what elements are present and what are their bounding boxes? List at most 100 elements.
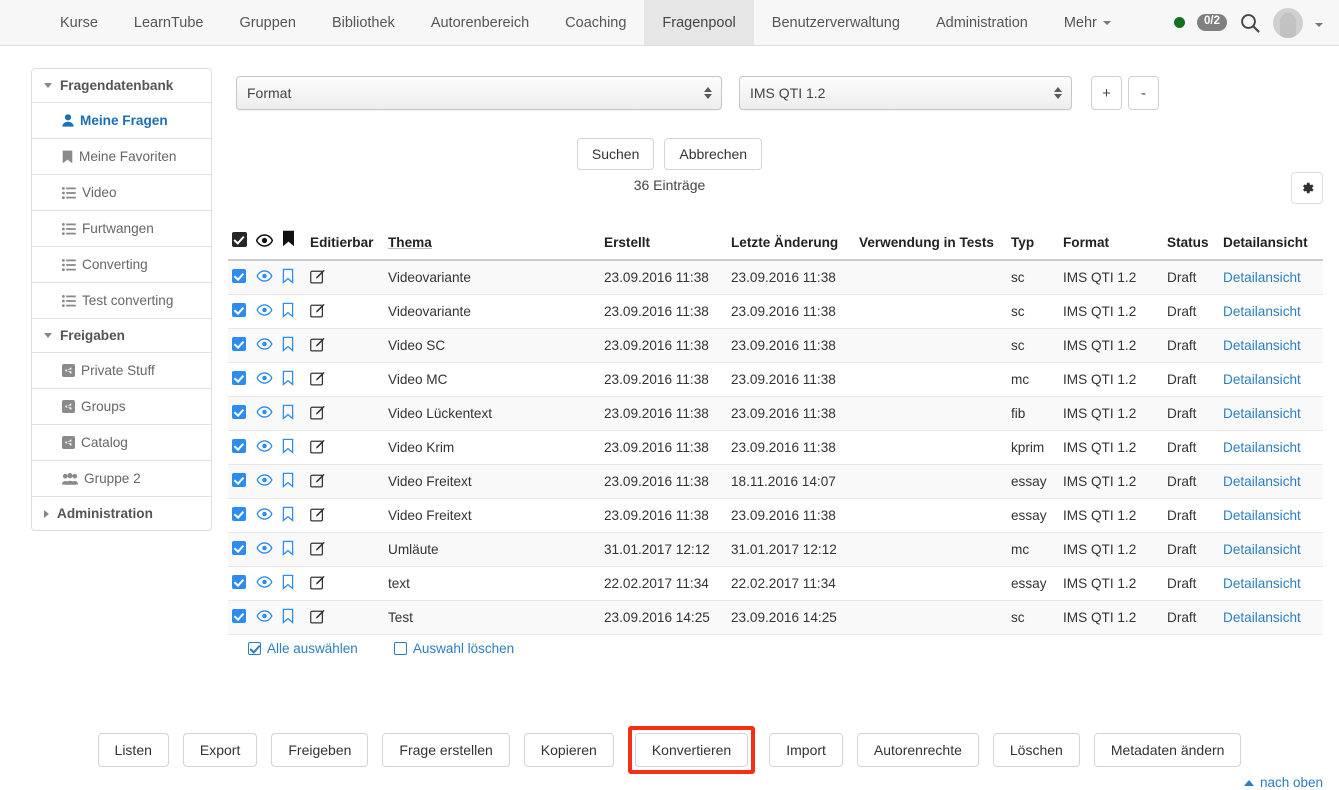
row-preview-cell[interactable] [252,396,278,431]
avatar-chevron-down-icon[interactable] [1315,14,1323,32]
detail-view-link[interactable]: Detailansicht [1223,406,1301,421]
row-select-cell[interactable] [228,498,252,533]
row-edit-cell[interactable] [306,532,384,567]
header-letzte-aenderung[interactable]: Letzte Änderung [727,224,855,261]
back-to-top-link[interactable]: nach oben [1243,775,1323,790]
nav-item-gruppen[interactable]: Gruppen [222,0,314,45]
row-checkbox[interactable] [232,303,246,317]
row-detail-cell[interactable]: Detailansicht [1219,566,1323,601]
header-preview[interactable] [252,224,278,261]
detail-view-link[interactable]: Detailansicht [1223,372,1301,387]
header-select-all[interactable] [228,224,252,261]
row-detail-cell[interactable]: Detailansicht [1219,362,1323,397]
table-row[interactable]: Video Freitext 23.09.2016 11:38 18.11.2016… [228,464,1323,499]
row-edit-cell[interactable] [306,566,384,601]
row-edit-cell[interactable] [306,328,384,363]
detail-view-link[interactable]: Detailansicht [1223,270,1301,285]
table-row[interactable]: Video Lückentext 23.09.2016 11:38 23.09.20… [228,396,1323,431]
action-button-export[interactable]: Export [182,733,258,767]
row-detail-cell[interactable]: Detailansicht [1219,498,1323,533]
select-all-checkbox-small[interactable] [248,642,261,655]
row-select-cell[interactable] [228,260,252,295]
action-button-l-schen[interactable]: Löschen [992,733,1080,767]
row-checkbox[interactable] [232,575,246,589]
row-select-cell[interactable] [228,294,252,329]
detail-view-link[interactable]: Detailansicht [1223,576,1301,591]
row-preview-cell[interactable] [252,600,278,635]
row-checkbox[interactable] [232,337,246,351]
qti-version-select[interactable]: IMS QTI 1.2 [739,76,1072,110]
row-select-cell[interactable] [228,396,252,431]
detail-view-link[interactable]: Detailansicht [1223,440,1301,455]
row-checkbox[interactable] [232,405,246,419]
detail-view-link[interactable]: Detailansicht [1223,508,1301,523]
row-preview-cell[interactable] [252,362,278,397]
table-row[interactable]: Video Krim 23.09.2016 11:38 23.09.2016 11:… [228,430,1323,465]
select-all-checkbox[interactable] [232,232,247,247]
action-button-konvertieren[interactable]: Konvertieren [634,733,749,767]
row-checkbox[interactable] [232,473,246,487]
sidebar-item-furtwangen[interactable]: Furtwangen [32,211,211,247]
table-row[interactable]: Videovariante 23.09.2016 11:38 23.09.2016 … [228,294,1323,329]
search-button[interactable]: Suchen [576,138,655,170]
row-favorite-cell[interactable] [278,430,306,465]
nav-item-kurse[interactable]: Kurse [42,0,116,45]
row-preview-cell[interactable] [252,464,278,499]
action-button-metadaten-ndern[interactable]: Metadaten ändern [1093,733,1242,767]
row-preview-cell[interactable] [252,566,278,601]
clear-selection-checkbox[interactable] [393,642,407,655]
sidebar-group-fragendatenbank[interactable]: Fragendatenbank [32,69,211,103]
clear-selection-control[interactable]: Auswahl löschen [393,641,514,656]
row-favorite-cell[interactable] [278,396,306,431]
row-detail-cell[interactable]: Detailansicht [1219,294,1323,329]
avatar[interactable] [1273,7,1303,38]
row-detail-cell[interactable]: Detailansicht [1219,328,1323,363]
row-preview-cell[interactable] [252,498,278,533]
row-favorite-cell[interactable] [278,600,306,635]
row-select-cell[interactable] [228,430,252,465]
row-edit-cell[interactable] [306,260,384,295]
table-row[interactable]: Video Freitext 23.09.2016 11:38 23.09.2016… [228,498,1323,533]
row-detail-cell[interactable]: Detailansicht [1219,260,1323,295]
sidebar-item-gruppe-2[interactable]: Gruppe 2 [32,461,211,497]
row-detail-cell[interactable]: Detailansicht [1219,396,1323,431]
row-favorite-cell[interactable] [278,260,306,295]
nav-item-mehr[interactable]: Mehr [1046,0,1129,45]
row-edit-cell[interactable] [306,294,384,329]
row-edit-cell[interactable] [306,362,384,397]
row-favorite-cell[interactable] [278,498,306,533]
nav-item-coaching[interactable]: Coaching [547,0,644,45]
sidebar-item-private-stuff[interactable]: Private Stuff [32,353,211,389]
header-favorite[interactable] [278,224,306,261]
action-button-kopieren[interactable]: Kopieren [523,733,614,767]
row-checkbox[interactable] [232,439,246,453]
nav-item-benutzerverwaltung[interactable]: Benutzerverwaltung [754,0,918,45]
row-select-cell[interactable] [228,328,252,363]
row-select-cell[interactable] [228,362,252,397]
row-edit-cell[interactable] [306,600,384,635]
detail-view-link[interactable]: Detailansicht [1223,338,1301,353]
format-select[interactable]: Format [236,76,722,110]
row-checkbox[interactable] [232,269,246,283]
table-row[interactable]: Video MC 23.09.2016 11:38 23.09.2016 11:38… [228,362,1323,397]
header-detailansicht[interactable]: Detailansicht [1219,224,1323,261]
action-button-import[interactable]: Import [769,733,843,767]
table-row[interactable]: Videovariante 23.09.2016 11:38 23.09.2016 … [228,260,1323,295]
gear-icon[interactable] [1291,172,1323,204]
row-preview-cell[interactable] [252,430,278,465]
header-status[interactable]: Status [1163,224,1219,261]
row-checkbox[interactable] [232,609,246,623]
detail-view-link[interactable]: Detailansicht [1223,474,1301,489]
nav-item-fragenpool[interactable]: Fragenpool [644,0,754,45]
detail-view-link[interactable]: Detailansicht [1223,304,1301,319]
sidebar-group-freigaben[interactable]: Freigaben [32,319,211,353]
sidebar-item-converting[interactable]: Converting [32,247,211,283]
sidebar-item-test-converting[interactable]: Test converting [32,283,211,319]
action-button-frage-erstellen[interactable]: Frage erstellen [382,733,510,767]
row-edit-cell[interactable] [306,430,384,465]
header-editierbar[interactable]: Editierbar [306,224,384,261]
nav-item-autorenbereich[interactable]: Autorenbereich [413,0,547,45]
search-icon[interactable] [1239,12,1261,34]
sidebar-group-administration[interactable]: Administration [32,497,211,530]
header-thema[interactable]: Thema [384,224,600,261]
